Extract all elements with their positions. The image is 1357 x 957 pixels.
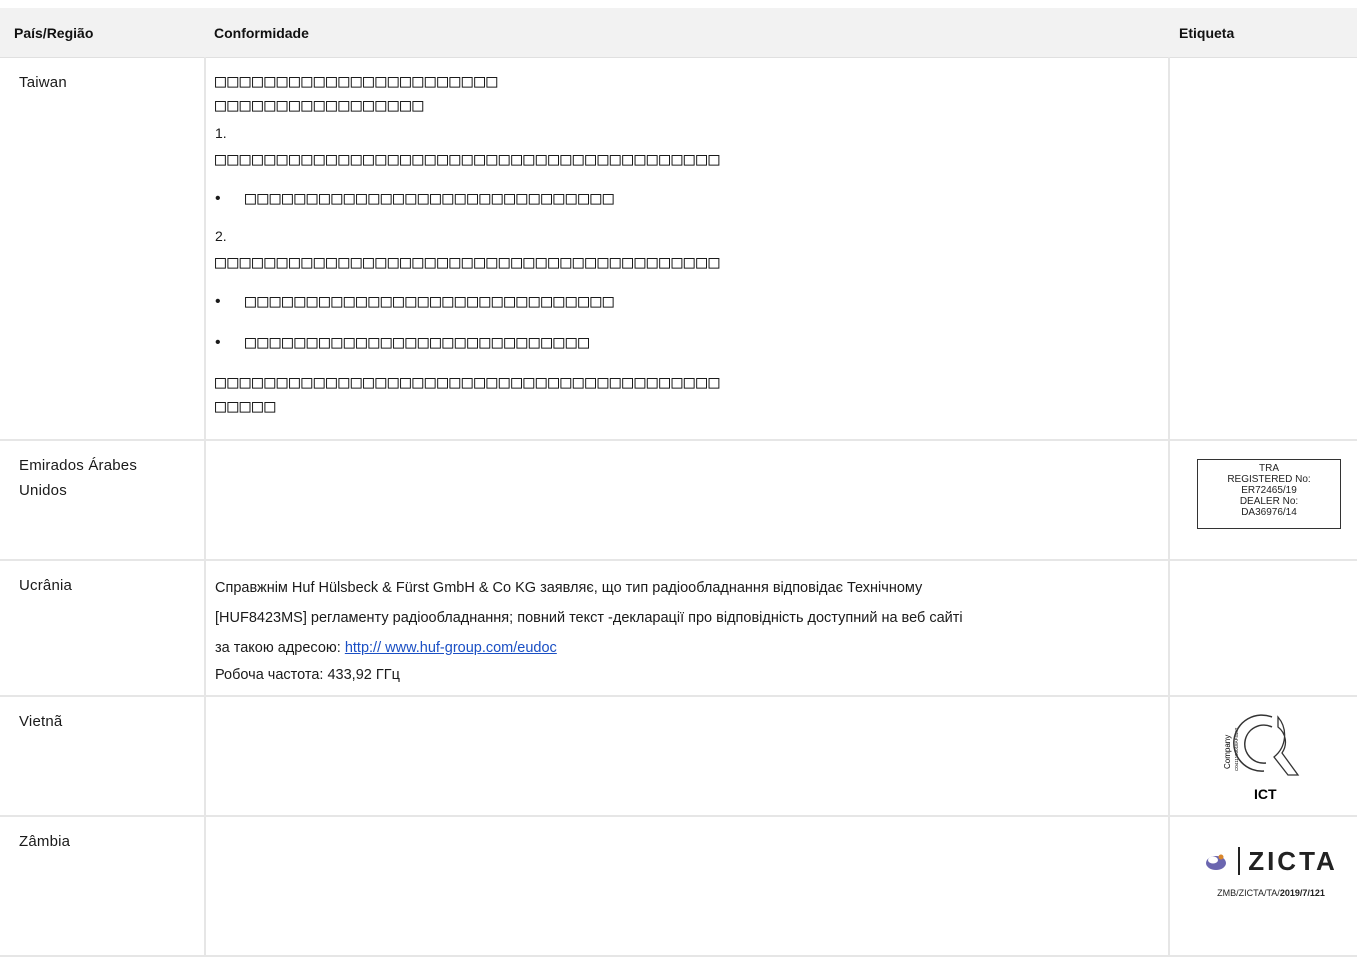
tw-paragraph: □□□□□□□□□□□□□□□□□□□□□□□□□□□□□□□□□□□□□□□□… [215,252,721,273]
ua-line: за такою адресою: http:// www.huf-group.… [215,633,1168,663]
header-compliance: Conformidade [205,8,1169,58]
list-number: 2. [215,228,227,244]
table-header-row: País/Região Conformidade Etiqueta [0,8,1357,58]
bullet-icon: • [215,293,221,310]
country-cell: Taiwan [0,57,205,441]
ict-arc-icon [1233,713,1273,772]
ict-company-text: Company [1223,734,1232,768]
compliance-cell: □□□□□□□□□□□□□□□□□□□□□□□ □□□□□□□□□□□□□□□□… [204,57,1170,441]
country-cell: Zâmbia [0,815,205,957]
zicta-logo: ZICTA ZMB/ZICTA/TA/2019/7/121 [1196,846,1346,906]
tw-line: □□□□□□□□□□□□□□□□□ [215,95,425,116]
country-cell: Emirados Árabes Unidos [0,439,205,561]
compliance-cell [204,439,1170,561]
tra-dealer: DEALER No: [1239,495,1299,507]
ua-address-label: за такою адресою: [215,639,345,656]
compliance-cell [204,815,1170,957]
tw-line: □□□□□□□□□□□□□□□□□□□□□□□ [215,71,499,92]
country-cell: Vietnã [0,695,205,817]
list-item: • □□□□□□□□□□□□□□□□□□□□□□□□□□□□□□ [215,186,1168,211]
declaration-link[interactable]: http:// www.huf-group.com/eudoc [345,640,557,656]
ict-logo: Company C0411100018AF4442 ICT [1223,713,1300,802]
header-country: País/Região [0,8,205,58]
zicta-code-suffix: 2019/7/121 [1279,887,1325,898]
ua-line: [HUF8423MS] регламенту радіообладнання; … [215,609,963,626]
tw-paragraph: □□□□□ [215,396,277,417]
bullet-icon: • [215,190,221,207]
tw-paragraph: □□□□□□□□□□□□□□□□□□□□□□□□□□□□□□□□□□□□□□□□… [215,372,721,393]
label-cell: Company C0411100018AF4442 ICT [1169,695,1357,817]
ict-mark: ICT [1254,786,1277,802]
label-cell: ZICTA ZMB/ZICTA/TA/2019/7/121 [1169,815,1357,957]
zicta-code: ZMB/ZICTA/TA/2019/7/121 [1196,881,1346,906]
zicta-code-prefix: ZMB/ZICTA/TA/ [1217,887,1280,898]
tw-paragraph: □□□□□□□□□□□□□□□□□□□□□□□□□□□□□□□□□□□□□□□□… [215,149,721,170]
country-cell: Ucrânia [0,559,205,697]
bullet-icon: • [215,334,221,351]
page: País/Região Conformidade Etiqueta Taiwan… [0,0,1357,957]
header-label: Etiqueta [1169,8,1357,58]
tra-label: TRA REGISTERED No: ER72465/19 DEALER No:… [1197,458,1341,529]
ict-arc-inner-icon [1244,723,1273,764]
zicta-emblem-icon [1206,854,1227,870]
tra-registered-no: ER72465/19 [1241,484,1297,496]
label-cell: TRA REGISTERED No: ER72465/19 DEALER No:… [1169,439,1357,561]
zicta-wordmark: ZICTA [1238,846,1338,875]
bullet-text: □□□□□□□□□□□□□□□□□□□□□□□□□□□□□□ [245,290,616,312]
ict-check-icon [1273,714,1300,776]
tra-dealer-no: DA36976/14 [1241,506,1297,518]
bullet-text: □□□□□□□□□□□□□□□□□□□□□□□□□□□□ [245,331,591,353]
list-item: • □□□□□□□□□□□□□□□□□□□□□□□□□□□□□□ [215,289,1168,314]
compliance-cell: Справжнім Huf Hülsbeck & Fürst GmbH & Co… [204,559,1170,697]
bullet-text: □□□□□□□□□□□□□□□□□□□□□□□□□□□□□□ [245,187,616,209]
table-row: Ucrânia Справжнім Huf Hülsbeck & Fürst G… [0,559,1357,697]
list-number: 1. [215,125,227,141]
table-row: Taiwan □□□□□□□□□□□□□□□□□□□□□□□ □□□□□□□□□… [0,57,1357,441]
label-cell [1169,559,1357,697]
tra-title: TRA [1259,462,1279,474]
table-row: Vietnã Company C0411100018AF4442 ICT [0,695,1357,817]
table-row: Emirados Árabes Unidos TRA REGISTERED No… [0,439,1357,561]
list-item: • □□□□□□□□□□□□□□□□□□□□□□□□□□□□ [215,330,1168,355]
compliance-table: País/Região Conformidade Etiqueta Taiwan… [0,8,1357,957]
table-row: Zâmbia ZICTA ZMB/ZICTA/TA/2019/7/121 [0,815,1357,957]
label-cell [1169,57,1357,441]
ua-frequency: Робоча частота: 433,92 ГГц [215,666,400,683]
tra-registered: REGISTERED No: [1227,473,1311,485]
compliance-cell [204,695,1170,817]
ua-line: Справжнім Huf Hülsbeck & Fürst GmbH & Co… [215,579,923,596]
